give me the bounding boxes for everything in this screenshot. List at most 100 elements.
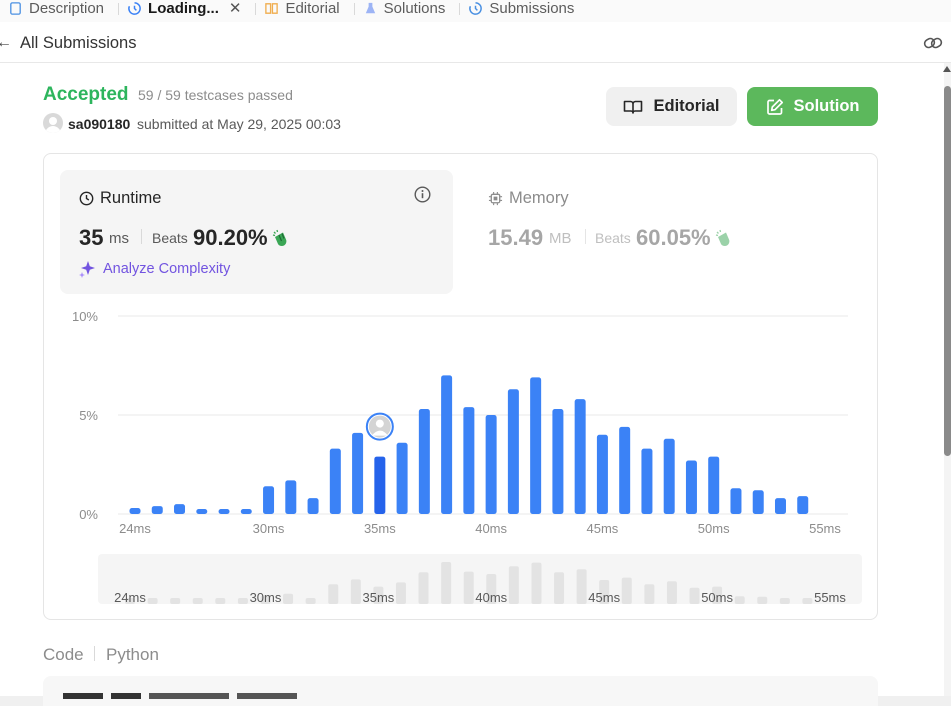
bar[interactable] [552, 409, 564, 514]
bar[interactable] [307, 498, 319, 514]
close-icon[interactable]: ✕ [229, 0, 242, 17]
bar[interactable] [218, 509, 230, 514]
status-accepted: Accepted [43, 84, 129, 105]
bar[interactable] [641, 448, 653, 514]
bar[interactable] [196, 509, 208, 514]
bar[interactable] [596, 434, 608, 514]
tab-loading[interactable]: Loading... ✕ [119, 0, 255, 22]
memory-beats-percent: 60.05% [636, 225, 711, 250]
brush-bar [192, 598, 203, 604]
history-icon [128, 1, 141, 15]
scrollbar-thumb[interactable] [944, 86, 951, 456]
memory-title-label: Memory [509, 189, 569, 207]
brush-tick-label: 50ms [701, 590, 733, 604]
brush-bar [305, 598, 316, 604]
brush-bar [170, 598, 181, 604]
bar[interactable] [352, 432, 364, 514]
bar[interactable] [663, 438, 675, 514]
brush-tick-label: 24ms [114, 590, 146, 604]
bar[interactable] [685, 460, 697, 514]
analyze-complexity-link[interactable]: Analyze Complexity [79, 260, 230, 278]
bar[interactable] [507, 389, 519, 514]
tab-editorial[interactable]: Editorial [256, 0, 353, 22]
editorial-button[interactable]: Editorial [606, 87, 737, 126]
bar[interactable] [708, 456, 720, 514]
bar[interactable] [774, 498, 786, 514]
link-icon[interactable] [923, 34, 943, 52]
brush-bar [395, 582, 406, 604]
tab-solutions[interactable]: Solutions [355, 0, 460, 22]
solution-button-label: Solution [793, 97, 860, 115]
bar[interactable] [441, 375, 453, 514]
code-preview-text [63, 693, 297, 699]
x-tick-label: 40ms [475, 521, 507, 536]
username-link[interactable]: sa090180 [68, 116, 130, 132]
x-tick-label: 55ms [809, 521, 841, 536]
bar[interactable] [285, 480, 297, 514]
chart-range-brush[interactable]: 24ms 30ms 35ms 40ms 45ms 50ms 55ms [98, 554, 862, 604]
y-tick-label: 10% [72, 309, 98, 324]
solution-button[interactable]: Solution [747, 87, 878, 126]
user-icon [45, 117, 61, 133]
bar[interactable] [263, 486, 275, 514]
brush-bar [757, 596, 768, 604]
bar[interactable] [485, 415, 497, 514]
divider [141, 229, 142, 244]
brush-bar [531, 562, 542, 604]
bar[interactable] [129, 508, 141, 514]
runtime-distribution-chart[interactable]: 0% 5% 10% 24ms 30ms 35ms 40ms 45ms 50ms 55ms [60, 300, 860, 545]
submission-header: ← All Submissions [0, 22, 951, 63]
bar[interactable] [463, 407, 475, 514]
bar[interactable] [797, 496, 809, 514]
scroll-up-arrow[interactable] [943, 66, 951, 72]
runtime-unit: ms [109, 230, 129, 247]
all-submissions-link[interactable]: All Submissions [20, 34, 136, 53]
info-icon[interactable] [414, 186, 431, 203]
tab-description[interactable]: Description [0, 0, 118, 22]
editorial-button-label: Editorial [653, 97, 720, 115]
clap-hands-icon [272, 229, 287, 246]
tab-label: Submissions [489, 0, 575, 17]
tab-submissions[interactable]: Submissions [460, 0, 588, 22]
bar[interactable] [151, 506, 163, 514]
analyze-complexity-label: Analyze Complexity [103, 261, 231, 277]
brush-bar [802, 598, 813, 604]
memory-unit: MB [549, 230, 572, 247]
history-icon [469, 1, 483, 15]
brush-bar [689, 587, 700, 604]
brush-bar [215, 598, 226, 604]
memory-tab[interactable]: Memory [488, 189, 569, 208]
brush-bar [554, 572, 565, 604]
bar[interactable] [530, 377, 542, 514]
arrow-left-icon[interactable]: ← [0, 34, 12, 52]
brush-bar [350, 579, 361, 604]
bar[interactable] [574, 399, 586, 514]
brush-bar [779, 598, 790, 604]
tab-label: Editorial [285, 0, 340, 17]
x-tick-label: 30ms [253, 521, 285, 536]
brush-bar [147, 598, 158, 604]
bar[interactable] [396, 442, 408, 514]
clap-hands-icon [715, 229, 730, 246]
bar[interactable] [329, 448, 341, 514]
bar[interactable] [418, 409, 430, 514]
sparkle-icon [79, 261, 95, 278]
bar[interactable] [240, 509, 252, 514]
code-language: Python [106, 645, 159, 664]
x-tick-label: 50ms [698, 521, 730, 536]
avatar[interactable] [43, 113, 63, 133]
bar[interactable] [730, 488, 742, 514]
brush-bar [666, 581, 677, 604]
bar[interactable] [619, 426, 631, 514]
runtime-title: Runtime [79, 189, 161, 208]
testcases-passed: 59 / 59 testcases passed [138, 87, 293, 103]
code-label: Code [43, 645, 84, 664]
brush-tick-label: 55ms [814, 590, 846, 604]
runtime-title-label: Runtime [100, 189, 162, 207]
bar[interactable] [752, 490, 764, 514]
bar[interactable] [174, 504, 186, 514]
memory-beats-label: Beats [595, 230, 631, 246]
bar[interactable] [374, 456, 386, 514]
book-icon [624, 100, 643, 114]
brush-bar [576, 569, 587, 604]
